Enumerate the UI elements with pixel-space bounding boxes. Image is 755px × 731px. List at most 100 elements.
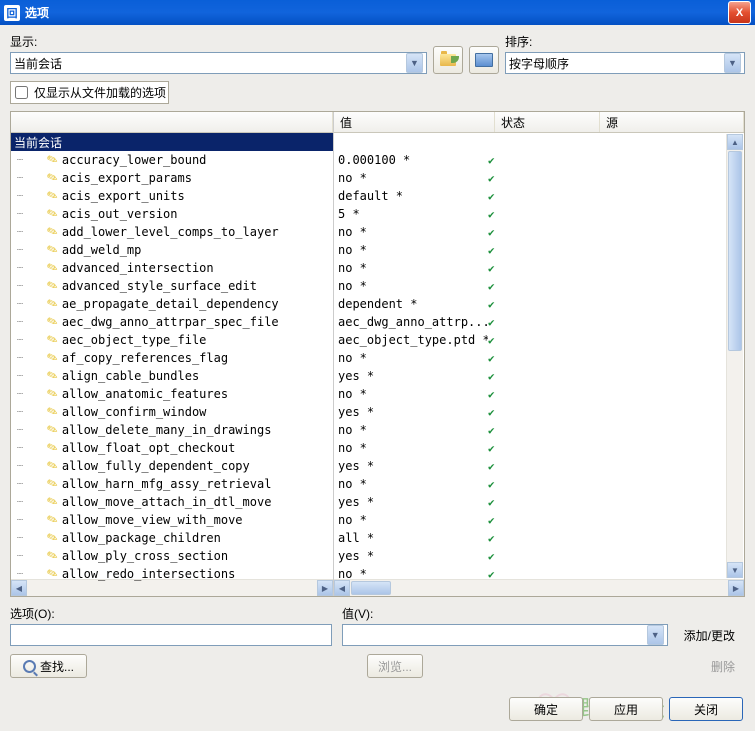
status-cell: ✔ [488,442,578,455]
save-button[interactable] [469,46,499,74]
col-status[interactable]: 状态 [495,112,600,132]
value-row[interactable]: no *✔ [334,385,744,403]
scroll-down-icon[interactable]: ▼ [727,562,743,578]
value-row[interactable]: yes *✔ [334,403,744,421]
value-cell: no * [334,513,488,527]
option-icon: ✎ [45,331,61,350]
value-row[interactable]: all *✔ [334,529,744,547]
delete-button[interactable]: 删除 [701,655,745,677]
value-row[interactable]: no *✔ [334,259,744,277]
value-row[interactable]: no *✔ [334,511,744,529]
tree-row[interactable]: ┈✎aec_object_type_file [11,331,333,349]
value-cell: dependent * [334,297,488,311]
ok-button[interactable]: 确定 [509,697,583,721]
value-row[interactable]: no *✔ [334,241,744,259]
col-source[interactable]: 源 [600,112,744,132]
value-row[interactable]: dependent *✔ [334,295,744,313]
tree-row[interactable]: ┈✎advanced_intersection [11,259,333,277]
col-name[interactable] [11,112,333,132]
sort-select[interactable]: 按字母顺序 ▼ [505,52,745,74]
value-row[interactable]: no *✔ [334,169,744,187]
tree-row[interactable]: ┈✎add_weld_mp [11,241,333,259]
check-icon: ✔ [488,262,495,275]
tree-row[interactable]: ┈✎acis_export_params [11,169,333,187]
tree-row[interactable]: ┈✎allow_package_children [11,529,333,547]
v-scrollbar[interactable]: ▲ ▼ [726,134,743,578]
tree-row[interactable]: ┈✎allow_delete_many_in_drawings [11,421,333,439]
check-icon: ✔ [488,208,495,221]
value-row[interactable]: 5 *✔ [334,205,744,223]
value-row[interactable]: 0.000100 *✔ [334,151,744,169]
browse-button[interactable]: 浏览... [367,654,423,678]
option-input[interactable] [10,624,332,646]
value-row[interactable]: no *✔ [334,277,744,295]
tree-row[interactable]: ┈✎align_cable_bundles [11,367,333,385]
tree-row[interactable]: ┈✎allow_float_opt_checkout [11,439,333,457]
tree-row[interactable]: ┈✎advanced_style_surface_edit [11,277,333,295]
status-cell: ✔ [488,316,578,329]
tree-row[interactable]: ┈✎acis_out_version [11,205,333,223]
check-icon: ✔ [488,172,495,185]
tree-row[interactable]: ┈✎accuracy_lower_bound [11,151,333,169]
option-icon: ✎ [45,511,61,530]
value-row[interactable]: yes *✔ [334,493,744,511]
value-cell: default * [334,189,488,203]
value-cell: no * [334,567,488,581]
only-file-checkbox[interactable] [15,86,28,99]
window-title: 选项 [25,4,728,21]
check-icon: ✔ [488,280,495,293]
value-row[interactable]: yes *✔ [334,547,744,565]
col-value[interactable]: 值 [334,112,495,132]
tree-row[interactable]: ┈✎allow_redo_intersections [11,565,333,583]
check-icon: ✔ [488,154,495,167]
value-row[interactable]: no *✔ [334,349,744,367]
tree-row[interactable]: ┈✎af_copy_references_flag [11,349,333,367]
tree-row[interactable]: ┈✎allow_confirm_window [11,403,333,421]
value-row[interactable]: yes *✔ [334,367,744,385]
apply-button[interactable]: 应用 [589,697,663,721]
tree-row[interactable]: ┈✎allow_move_attach_in_dtl_move [11,493,333,511]
sort-label: 排序: [505,33,745,50]
value-select[interactable]: ▼ [342,624,668,646]
scroll-thumb[interactable] [728,151,742,351]
tree-row[interactable]: ┈✎allow_move_view_with_move [11,511,333,529]
value-row[interactable]: no *✔ [334,475,744,493]
category-header[interactable]: 当前会话 [11,133,333,151]
option-icon: ✎ [45,439,61,458]
value-row[interactable]: aec_object_type.ptd *✔ [334,331,744,349]
only-file-label: 仅显示从文件加载的选项 [34,84,166,101]
show-label: 显示: [10,33,427,50]
scroll-up-icon[interactable]: ▲ [727,134,743,150]
scroll-thumb-h[interactable] [351,581,391,595]
folder-open-icon [440,54,456,66]
close-dialog-button[interactable]: 关闭 [669,697,743,721]
tree-row[interactable]: ┈✎acis_export_units [11,187,333,205]
tree-row[interactable]: ┈✎allow_harn_mfg_assy_retrieval [11,475,333,493]
value-row[interactable]: aec_dwg_anno_attrp...✔ [334,313,744,331]
tree-row[interactable]: ┈✎add_lower_level_comps_to_layer [11,223,333,241]
value-row[interactable]: yes *✔ [334,457,744,475]
add-change-button[interactable]: 添加/更改 [674,624,745,646]
option-name: add_lower_level_comps_to_layer [62,225,279,239]
show-select[interactable]: 当前会话 ▼ [10,52,427,74]
check-icon: ✔ [488,226,495,239]
status-cell: ✔ [488,568,578,581]
option-name: acis_export_units [62,189,185,203]
tree-row[interactable]: ┈✎allow_fully_dependent_copy [11,457,333,475]
tree-row[interactable]: ┈✎ae_propagate_detail_dependency [11,295,333,313]
tree-row[interactable]: ┈✎allow_anatomic_features [11,385,333,403]
tree-row[interactable]: ┈✎aec_dwg_anno_attrpar_spec_file [11,313,333,331]
tree-row[interactable]: ┈✎allow_ply_cross_section [11,547,333,565]
option-name: add_weld_mp [62,243,141,257]
open-file-button[interactable] [433,46,463,74]
value-row[interactable]: no *✔ [334,439,744,457]
value-row[interactable]: no *✔ [334,223,744,241]
value-row[interactable]: no *✔ [334,421,744,439]
only-file-checkbox-row[interactable]: 仅显示从文件加载的选项 [10,81,169,104]
value-row[interactable]: no *✔ [334,565,744,583]
check-icon: ✔ [488,442,495,455]
close-button[interactable]: X [728,1,751,24]
value-row[interactable]: default *✔ [334,187,744,205]
option-icon: ✎ [45,547,61,566]
find-button[interactable]: 查找... [10,654,87,678]
